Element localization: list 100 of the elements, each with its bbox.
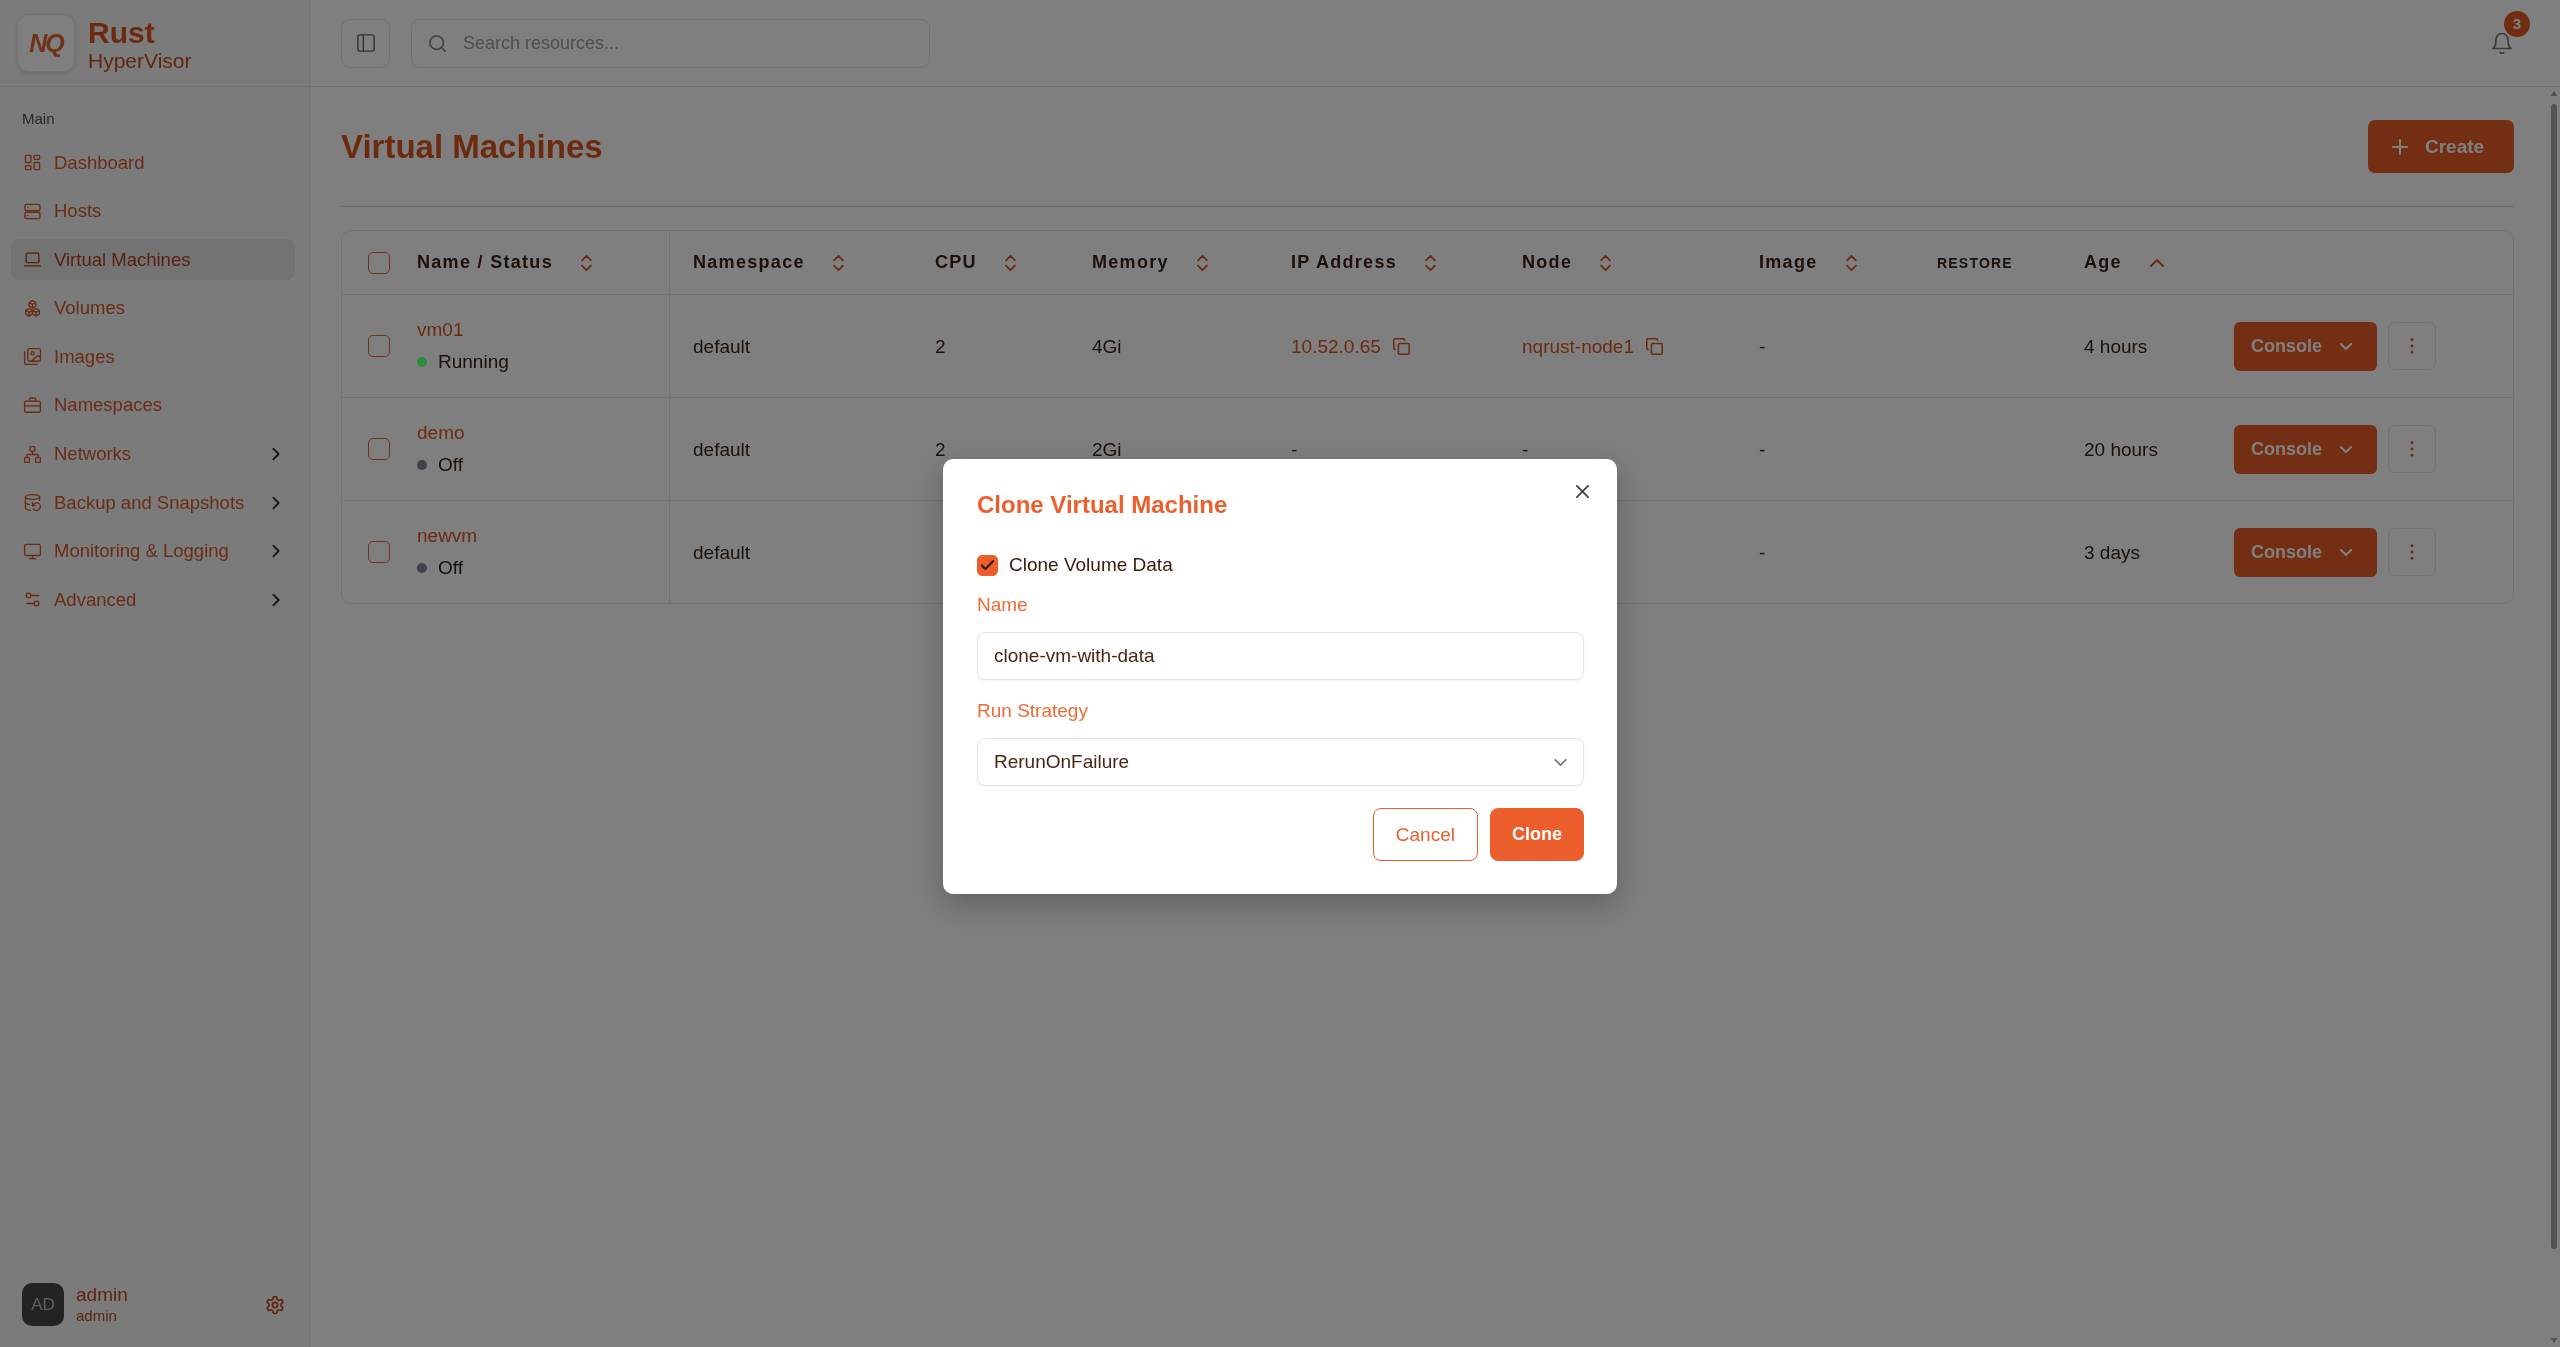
sidebar-item[interactable]: Dashboard <box>11 142 295 183</box>
status-text: Off <box>438 453 463 477</box>
chevron-right-icon[interactable] <box>272 447 280 462</box>
create-button[interactable]: Create <box>2368 120 2514 173</box>
caret-icon <box>2340 548 2352 556</box>
field-label: Name <box>977 594 1029 616</box>
sidebar-item[interactable]: Virtual Machines <box>11 239 295 281</box>
field-label: Run Strategy <box>977 700 1089 722</box>
chevron-right-icon[interactable] <box>272 495 280 510</box>
vertical-dots-icon <box>2410 544 2414 560</box>
page-title: Virtual Machines <box>341 126 603 167</box>
table-cell: default <box>693 439 751 459</box>
row-checkbox[interactable] <box>368 335 390 357</box>
table-cell: 4Gi <box>1092 336 1122 356</box>
network-icon <box>23 444 42 464</box>
sidebar-item[interactable]: Monitoring & Logging <box>11 530 295 572</box>
sort-icon[interactable] <box>1600 254 1612 271</box>
vm-name-link[interactable]: demo <box>417 419 465 447</box>
status-text: Off <box>438 556 463 580</box>
sidebar-toggle-button[interactable] <box>341 18 390 68</box>
copy-icon[interactable] <box>1392 337 1410 355</box>
brand-name: Rust <box>88 16 156 48</box>
table-cell: - <box>1759 336 1766 356</box>
chevron-right-icon[interactable] <box>272 592 280 607</box>
images-icon <box>23 347 42 367</box>
vm-name-link[interactable]: newvm <box>417 522 478 550</box>
settings-icon[interactable] <box>266 1295 284 1314</box>
laptop-icon <box>23 250 42 270</box>
sidebar-item[interactable]: Networks <box>11 433 295 475</box>
sort-icon[interactable] <box>1196 254 1208 271</box>
console-button[interactable]: Console <box>2234 527 2377 577</box>
row-checkbox[interactable] <box>368 541 390 563</box>
column-header: RESTORE <box>1937 254 2013 271</box>
clone-button[interactable]: Clone <box>1490 808 1584 861</box>
name-input[interactable]: clone-vm-with-data <box>977 632 1584 680</box>
table-cell: - <box>1759 542 1766 562</box>
vm-name-link[interactable]: vm01 <box>417 316 464 344</box>
row-checkbox[interactable] <box>368 438 390 460</box>
sidebar-item[interactable]: Namespaces <box>11 384 295 426</box>
sidebar-item[interactable]: Hosts <box>11 190 295 232</box>
cubes-icon <box>23 298 42 318</box>
console-button[interactable]: Console <box>2234 321 2377 371</box>
sort-icon[interactable] <box>1004 254 1016 271</box>
column-header[interactable]: Name / Status <box>417 252 553 273</box>
sidebar-item[interactable]: Backup and Snapshots <box>11 482 295 524</box>
node-link[interactable]: nqrust-node1 <box>1522 336 1634 356</box>
table-cell: 4 hours <box>2084 336 2148 356</box>
table-cell: default <box>693 542 751 562</box>
sidebar-item[interactable]: Images <box>11 336 295 378</box>
column-header[interactable]: IP Address <box>1291 252 1398 273</box>
server-icon <box>23 201 42 221</box>
section-label: Main <box>22 109 56 129</box>
select-field[interactable]: RerunOnFailure <box>977 738 1584 786</box>
checkbox[interactable] <box>977 554 998 576</box>
vertical-dots-icon <box>2410 338 2414 354</box>
table-cell: 2Gi <box>1092 439 1122 459</box>
copy-icon[interactable] <box>1645 337 1663 355</box>
column-header[interactable]: CPU <box>935 252 977 273</box>
vertical-dots-icon <box>2410 441 2414 457</box>
ip-address-link[interactable]: 10.52.0.65 <box>1291 336 1381 356</box>
chevron-down-icon <box>1554 758 1567 766</box>
grid-icon <box>23 153 42 172</box>
column-header[interactable]: Memory <box>1092 252 1169 273</box>
sidebar-item[interactable]: Advanced <box>11 579 295 621</box>
monitor-icon <box>23 541 42 561</box>
sort-icon[interactable] <box>580 254 592 271</box>
caret-icon <box>2340 342 2352 350</box>
sort-icon[interactable] <box>832 254 844 271</box>
table-cell: - <box>1759 439 1766 459</box>
sort-icon[interactable] <box>1845 254 1857 271</box>
cancel-button[interactable]: Cancel <box>1372 808 1478 861</box>
chevron-right-icon[interactable] <box>272 544 280 559</box>
table-cell: - <box>1291 439 1298 459</box>
bell-icon[interactable] <box>2492 32 2512 54</box>
search-icon <box>429 34 446 52</box>
sort-icon[interactable] <box>1425 254 1437 271</box>
close-icon[interactable] <box>1576 485 1589 498</box>
table-cell: default <box>693 336 751 356</box>
column-header[interactable]: Image <box>1759 252 1818 273</box>
table-cell: - <box>1522 439 1529 459</box>
user-name: admin <box>76 1284 128 1306</box>
column-header[interactable]: Age <box>2084 252 2122 273</box>
database-icon <box>23 493 42 513</box>
console-button[interactable]: Console <box>2234 424 2377 474</box>
checkbox-label: Clone Volume Data <box>1009 554 1173 576</box>
plus-icon <box>2392 138 2408 155</box>
table-cell: 2 <box>935 439 946 459</box>
column-header[interactable]: Namespace <box>693 252 805 273</box>
sidebar-item[interactable]: Volumes <box>11 287 295 329</box>
dialog-title: Clone Virtual Machine <box>977 492 1229 518</box>
sort-ascending-icon[interactable] <box>2149 258 2164 267</box>
notification-badge: 3 <box>2504 10 2530 37</box>
table-cell: 20 hours <box>2084 439 2158 459</box>
check-icon <box>981 560 994 570</box>
brand-subtitle: HyperVisor <box>88 47 192 74</box>
status-text: Running <box>438 350 509 374</box>
table-cell: 2 <box>935 336 946 356</box>
table-cell: 3 days <box>2084 542 2140 562</box>
select-all-checkbox[interactable] <box>368 251 390 274</box>
column-header[interactable]: Node <box>1522 252 1573 273</box>
